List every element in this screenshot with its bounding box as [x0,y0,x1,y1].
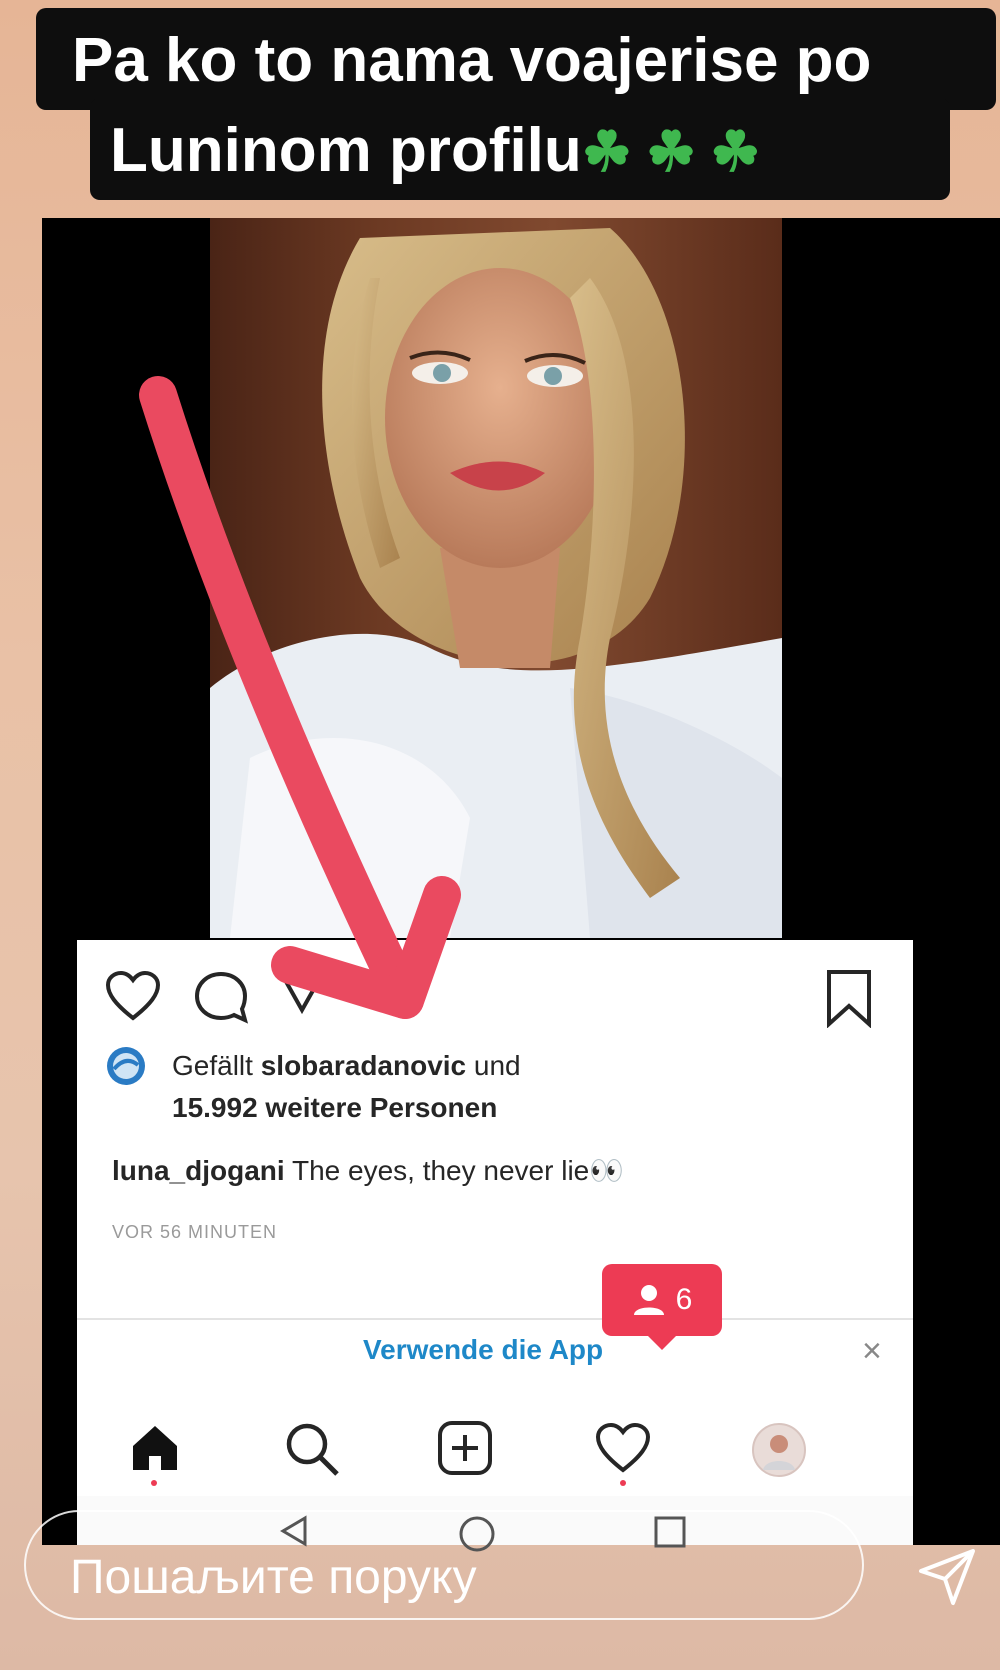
caption-text: The eyes, they never lie [291,1155,590,1186]
bottom-navbar [77,1392,913,1496]
post-author[interactable]: luna_djogani [112,1155,285,1186]
caption-line2-text: Luninom profilu [110,116,582,185]
caption-line1-text: Pa ko to nama voajerise po [72,26,872,95]
heart-icon[interactable] [105,970,161,1022]
post-caption: luna_djogani The eyes, they never lie👀 [112,1154,624,1187]
notification-pointer [646,1334,678,1350]
home-indicator-dot [151,1480,157,1486]
likes-and: und [473,1050,521,1081]
liked-by-user[interactable]: slobaradanovic [261,1050,466,1081]
likes-prefix: Gefällt [172,1050,253,1081]
search-icon[interactable] [283,1420,341,1478]
photo-illustration [210,228,782,938]
send-icon[interactable] [915,1545,979,1609]
eyes-emoji: 👀 [589,1155,625,1186]
activity-notification[interactable]: 6 [602,1264,722,1336]
share-icon[interactable] [280,972,324,1016]
message-placeholder: Пошаљите поруку [70,1551,477,1604]
activity-heart-icon[interactable] [595,1422,651,1474]
story-caption-line2: Luninom profilu☘☘☘ [90,98,950,200]
clover-icon: ☘☘☘ [581,120,775,183]
activity-indicator-dot [620,1480,626,1486]
post-photo [210,218,782,938]
home-icon[interactable] [129,1422,181,1474]
close-icon[interactable]: × [862,1332,882,1371]
comment-icon[interactable] [193,970,249,1024]
liker-avatar[interactable] [105,1045,147,1087]
story-caption-line1: Pa ko to nama voajerise po [36,8,996,110]
add-post-icon[interactable] [437,1420,493,1476]
use-app-link[interactable]: Verwende die App [363,1334,603,1366]
notification-count: 6 [675,1283,693,1316]
user-icon [633,1285,664,1315]
likes-count[interactable]: 15.992 weitere Personen [172,1092,497,1124]
post-timestamp: VOR 56 MINUTEN [112,1222,278,1242]
profile-avatar[interactable] [751,1422,807,1478]
bookmark-icon[interactable] [825,968,873,1028]
likes-line: Gefällt slobaradanovic und [172,1050,521,1082]
